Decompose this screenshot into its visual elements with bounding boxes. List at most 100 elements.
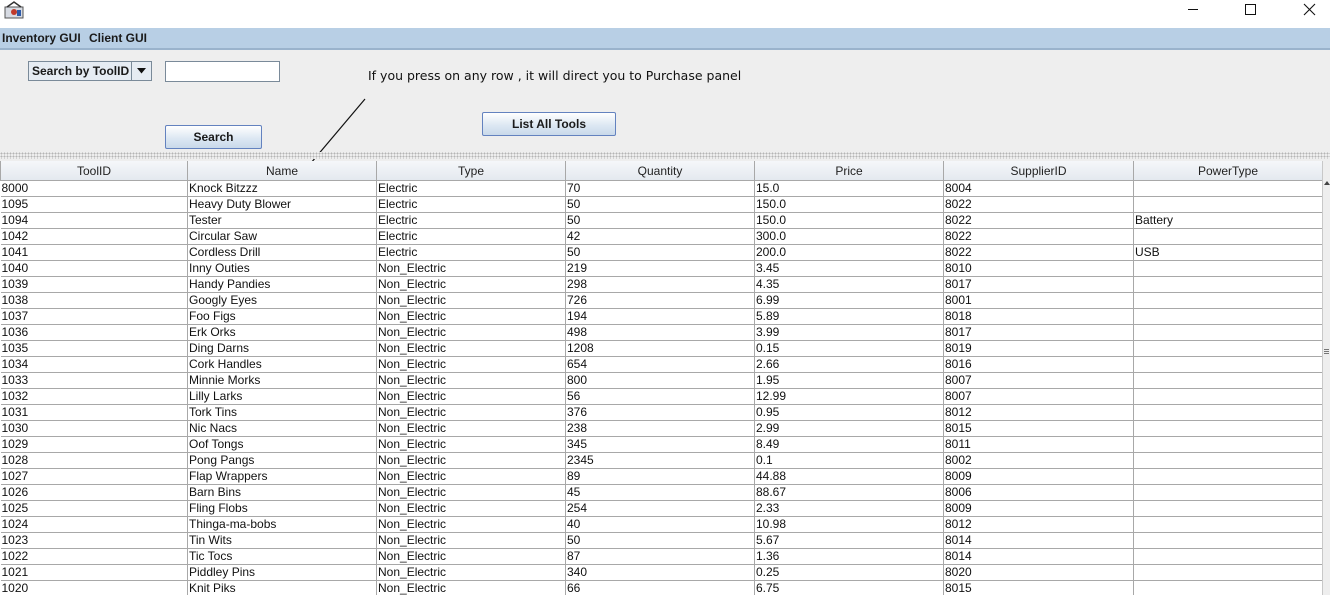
cell-name: Cordless Drill [187,244,377,261]
cell-type: Non_Electric [376,308,566,325]
cell-powertype [1133,372,1322,389]
list-all-tools-button[interactable]: List All Tools [482,112,616,136]
column-header-quantity[interactable]: Quantity [565,161,755,181]
table-row[interactable]: 1041 Cordless Drill Electric 50 200.0 8022 USB [0,244,1322,261]
cell-powertype [1133,468,1322,485]
cell-supplierid: 8022 [943,244,1134,261]
cell-powertype [1133,340,1322,357]
cell-price: 8.49 [754,436,944,453]
cell-supplierid: 8018 [943,308,1134,325]
cell-toolid: 1031 [0,404,188,421]
cell-name: Foo Figs [187,308,377,325]
table-row[interactable]: 1032 Lilly Larks Non_Electric 56 12.99 8007 [0,388,1322,405]
table-body: 8000 Knock Bitzzz Electric 70 15.0 8004 1095 He… [0,180,1322,595]
cell-price: 2.99 [754,420,944,437]
column-header-toolid[interactable]: ToolID [0,161,188,181]
table-row[interactable]: 1039 Handy Pandies Non_Electric 298 4.35 8017 [0,276,1322,293]
cell-toolid: 1026 [0,484,188,501]
close-icon [1303,3,1316,16]
table-row[interactable]: 1028 Pong Pangs Non_Electric 2345 0.1 8002 [0,452,1322,469]
table-row[interactable]: 1029 Oof Tongs Non_Electric 345 8.49 8011 [0,436,1322,453]
table-row[interactable]: 1033 Minnie Morks Non_Electric 800 1.95 8007 [0,372,1322,389]
cell-name: Minnie Morks [187,372,377,389]
cell-price: 0.15 [754,340,944,357]
cell-quantity: 194 [565,308,755,325]
minimize-button[interactable] [1170,0,1216,18]
table-row[interactable]: 1038 Googly Eyes Non_Electric 726 6.99 8001 [0,292,1322,309]
cell-quantity: 238 [565,420,755,437]
cell-type: Non_Electric [376,372,566,389]
cell-name: Piddley Pins [187,564,377,581]
cell-price: 150.0 [754,212,944,229]
cell-toolid: 1042 [0,228,188,245]
cell-powertype [1133,228,1322,245]
table-row[interactable]: 1040 Inny Outies Non_Electric 219 3.45 8010 [0,260,1322,277]
cell-price: 44.88 [754,468,944,485]
cell-type: Non_Electric [376,532,566,549]
close-button[interactable] [1286,0,1330,18]
table-row[interactable]: 1035 Ding Darns Non_Electric 1208 0.15 8019 [0,340,1322,357]
cell-type: Non_Electric [376,484,566,501]
table-row[interactable]: 1027 Flap Wrappers Non_Electric 89 44.88 8009 [0,468,1322,485]
cell-supplierid: 8009 [943,500,1134,517]
cell-price: 12.99 [754,388,944,405]
cell-toolid: 1032 [0,388,188,405]
table-row[interactable]: 1023 Tin Wits Non_Electric 50 5.67 8014 [0,532,1322,549]
column-header-powertype[interactable]: PowerType [1133,161,1322,181]
cell-powertype [1133,260,1322,277]
minimize-icon [1187,3,1199,15]
cell-toolid: 1030 [0,420,188,437]
table-row[interactable]: 1021 Piddley Pins Non_Electric 340 0.25 8020 [0,564,1322,581]
scroll-up-arrow-icon[interactable] [1324,181,1330,185]
cell-price: 300.0 [754,228,944,245]
column-header-price[interactable]: Price [754,161,944,181]
cell-powertype [1133,180,1322,197]
column-header-type[interactable]: Type [376,161,566,181]
table-row[interactable]: 1022 Tic Tocs Non_Electric 87 1.36 8014 [0,548,1322,565]
cell-type: Non_Electric [376,516,566,533]
cell-quantity: 66 [565,580,755,595]
cell-price: 0.95 [754,404,944,421]
cell-toolid: 1038 [0,292,188,309]
table-row[interactable]: 1095 Heavy Duty Blower Electric 50 150.0 8022 [0,196,1322,213]
tools-table: ToolID Name Type Quantity Price SupplierID Pow… [0,161,1322,595]
cell-name: Heavy Duty Blower [187,196,377,213]
cell-name: Googly Eyes [187,292,377,309]
table-row[interactable]: 1030 Nic Nacs Non_Electric 238 2.99 8015 [0,420,1322,437]
table-row[interactable]: 1036 Erk Orks Non_Electric 498 3.99 8017 [0,324,1322,341]
cell-price: 10.98 [754,516,944,533]
cell-powertype [1133,324,1322,341]
cell-type: Non_Electric [376,292,566,309]
cell-name: Tic Tocs [187,548,377,565]
cell-name: Tork Tins [187,404,377,421]
table-row[interactable]: 1094 Tester Electric 50 150.0 8022 Battery [0,212,1322,229]
cell-quantity: 89 [565,468,755,485]
column-header-supplierid[interactable]: SupplierID [943,161,1134,181]
table-row[interactable]: 1026 Barn Bins Non_Electric 45 88.67 8006 [0,484,1322,501]
cell-quantity: 56 [565,388,755,405]
vertical-scrollbar[interactable] [1322,161,1330,595]
cell-type: Non_Electric [376,564,566,581]
cell-powertype [1133,388,1322,405]
table-row[interactable]: 1037 Foo Figs Non_Electric 194 5.89 8018 [0,308,1322,325]
cell-toolid: 1035 [0,340,188,357]
cell-quantity: 498 [565,324,755,341]
maximize-button[interactable] [1227,0,1273,18]
split-divider[interactable] [0,152,1330,159]
table-row[interactable]: 1024 Thinga-ma-bobs Non_Electric 40 10.98 801… [0,516,1322,533]
cell-supplierid: 8001 [943,292,1134,309]
table-row[interactable]: 1020 Knit Piks Non_Electric 66 6.75 8015 [0,580,1322,595]
cell-toolid: 1039 [0,276,188,293]
cell-powertype [1133,580,1322,595]
table-row[interactable]: 1034 Cork Handles Non_Electric 654 2.66 8016 [0,356,1322,373]
cell-type: Non_Electric [376,324,566,341]
cell-type: Non_Electric [376,340,566,357]
table-row[interactable]: 1031 Tork Tins Non_Electric 376 0.95 8012 [0,404,1322,421]
column-header-name[interactable]: Name [187,161,377,181]
table-row[interactable]: 1042 Circular Saw Electric 42 300.0 8022 [0,228,1322,245]
cell-supplierid: 8022 [943,212,1134,229]
table-row[interactable]: 1025 Fling Flobs Non_Electric 254 2.33 8009 [0,500,1322,517]
cell-toolid: 1022 [0,548,188,565]
table-row[interactable]: 8000 Knock Bitzzz Electric 70 15.0 8004 [0,180,1322,197]
cell-name: Knit Piks [187,580,377,595]
